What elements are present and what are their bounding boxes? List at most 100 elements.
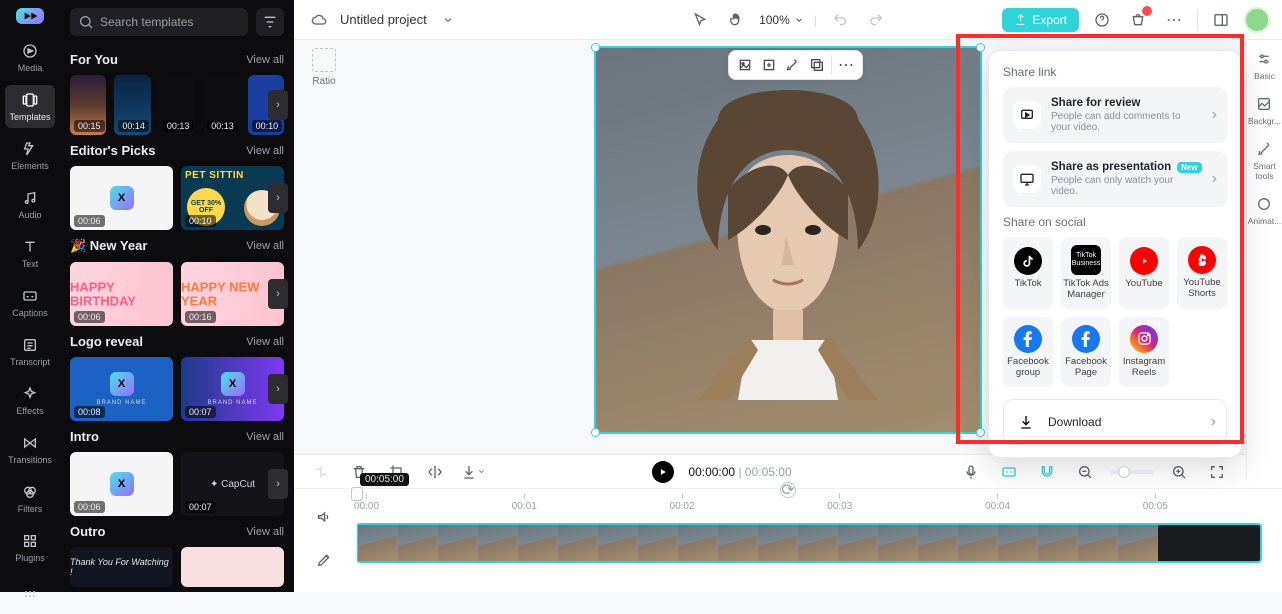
template-thumb[interactable]: XBRAND NAME00:08: [70, 357, 173, 421]
fit-button[interactable]: [1204, 459, 1230, 485]
share-tiktok[interactable]: TikTok: [1003, 237, 1053, 309]
enhance-tool[interactable]: [783, 55, 803, 75]
view-all-link[interactable]: View all: [246, 336, 284, 348]
timeline-ruler[interactable]: 00:00 00:01 00:02 00:03 00:04 00:05 00:0…: [354, 493, 1282, 513]
rail-effects[interactable]: Effects: [5, 379, 55, 422]
rail-media[interactable]: Media: [5, 36, 55, 79]
cutout-tool[interactable]: [807, 55, 827, 75]
sliders-icon: [1255, 50, 1273, 68]
share-youtube[interactable]: YouTube: [1119, 237, 1169, 309]
template-thumb[interactable]: [181, 547, 284, 587]
timeline-tracks[interactable]: 00:00 00:01 00:02 00:03 00:04 00:05 00:0…: [354, 489, 1282, 592]
props-basic[interactable]: Basic: [1254, 50, 1275, 81]
rail-transitions[interactable]: Transitions: [5, 428, 55, 471]
help-button[interactable]: [1089, 7, 1115, 33]
playhead[interactable]: [356, 489, 357, 579]
template-thumb[interactable]: Thank You For Watching !: [70, 547, 173, 587]
carousel-next[interactable]: ›: [268, 90, 288, 120]
app-logo[interactable]: [16, 8, 44, 24]
view-all-link[interactable]: View all: [246, 431, 284, 443]
pointer-tool[interactable]: [687, 7, 713, 33]
track-mute-button[interactable]: [311, 504, 337, 530]
export-button[interactable]: Export: [1002, 8, 1079, 32]
rail-transcript[interactable]: Transcript: [5, 330, 55, 373]
resize-handle[interactable]: [591, 428, 600, 437]
rail-elements[interactable]: Elements: [5, 134, 55, 177]
carousel-next[interactable]: ›: [268, 183, 288, 213]
more-button[interactable]: ⋯: [1161, 7, 1187, 33]
template-thumb[interactable]: X00:06: [70, 452, 173, 516]
magnet-button[interactable]: [1034, 459, 1060, 485]
template-thumb[interactable]: 00:15: [70, 75, 106, 135]
view-all-link[interactable]: View all: [246, 145, 284, 157]
share-youtube-shorts[interactable]: YouTube Shorts: [1177, 237, 1227, 309]
props-smart-tools[interactable]: Smart tools: [1247, 140, 1282, 181]
expand-tool[interactable]: [759, 55, 779, 75]
selected-clip[interactable]: [594, 46, 982, 434]
crop-tool[interactable]: [735, 55, 755, 75]
search-placeholder: Search templates: [100, 15, 193, 29]
carousel-next[interactable]: ›: [268, 374, 288, 404]
rail-label: Filters: [18, 504, 43, 514]
split-disabled: [308, 459, 334, 485]
mirror-button[interactable]: [422, 459, 448, 485]
notifications-button[interactable]: [1125, 7, 1151, 33]
layout-toggle[interactable]: [1208, 7, 1234, 33]
template-thumb[interactable]: HAPPY BIRTHDAY00:06: [70, 262, 173, 326]
more-tool[interactable]: ⋯: [836, 55, 856, 75]
props-animation[interactable]: Animat...: [1248, 195, 1282, 226]
rail-captions[interactable]: Captions: [5, 281, 55, 324]
auto-captions-button[interactable]: [996, 459, 1022, 485]
download-clip-button[interactable]: [460, 459, 486, 485]
zoom-in-button[interactable]: [1166, 459, 1192, 485]
rail-filters[interactable]: Filters: [5, 477, 55, 520]
view-all-link[interactable]: View all: [246, 240, 284, 252]
rail-more[interactable]: [5, 581, 55, 614]
chevron-down-icon[interactable]: [435, 7, 461, 33]
share-instagram-reels[interactable]: Instagram Reels: [1119, 317, 1169, 387]
ratio-icon: [312, 48, 336, 72]
props-background[interactable]: Backgr...: [1248, 95, 1281, 126]
user-avatar[interactable]: [1244, 7, 1270, 33]
cloud-icon[interactable]: [306, 7, 332, 33]
hand-tool[interactable]: [723, 7, 749, 33]
project-title[interactable]: Untitled project: [340, 12, 427, 27]
template-thumb[interactable]: 00:13: [203, 75, 239, 135]
rail-label: Media: [18, 63, 43, 73]
download-button[interactable]: Download ›: [1003, 399, 1227, 445]
track-edit-button[interactable]: [311, 547, 337, 573]
view-all-link[interactable]: View all: [246, 54, 284, 66]
zoom-slider[interactable]: [1110, 470, 1154, 474]
rail-text[interactable]: Text: [5, 232, 55, 275]
resize-handle[interactable]: [591, 43, 600, 52]
filter-button[interactable]: [256, 8, 284, 36]
canvas-stage[interactable]: ⟳: [594, 46, 982, 476]
template-thumb[interactable]: X00:06: [70, 166, 173, 230]
share-as-presentation[interactable]: Share as presentationNew People can only…: [1003, 151, 1227, 207]
clip-preview: [596, 48, 980, 432]
zoom-control[interactable]: 100%: [759, 13, 804, 27]
video-track-clip[interactable]: [356, 523, 1262, 563]
youtube-icon: [1130, 247, 1158, 275]
undo-button[interactable]: [827, 7, 853, 33]
tiktok-icon: [1014, 247, 1042, 275]
carousel-next[interactable]: ›: [268, 469, 288, 499]
section-outro: OutroView all Thank You For Watching !: [70, 524, 284, 587]
view-all-link[interactable]: View all: [246, 526, 284, 538]
rail-templates[interactable]: Templates: [5, 85, 55, 128]
redo-button[interactable]: [863, 7, 889, 33]
template-thumb[interactable]: 00:13: [159, 75, 195, 135]
rail-plugins[interactable]: Plugins: [5, 526, 55, 569]
search-input[interactable]: Search templates: [70, 8, 248, 36]
ratio-control[interactable]: Ratio: [306, 48, 342, 87]
share-for-review[interactable]: Share for review People can add comments…: [1003, 87, 1227, 143]
resize-handle[interactable]: [976, 43, 985, 52]
zoom-out-button[interactable]: [1072, 459, 1098, 485]
rail-audio[interactable]: Audio: [5, 183, 55, 226]
share-facebook-group[interactable]: Facebook group: [1003, 317, 1053, 387]
carousel-next[interactable]: ›: [268, 279, 288, 309]
template-thumb[interactable]: 00:14: [114, 75, 150, 135]
resize-handle[interactable]: [976, 428, 985, 437]
share-facebook-page[interactable]: Facebook Page: [1061, 317, 1111, 387]
share-tiktok-ads[interactable]: TikTokBusinessTikTok Ads Manager: [1061, 237, 1111, 309]
